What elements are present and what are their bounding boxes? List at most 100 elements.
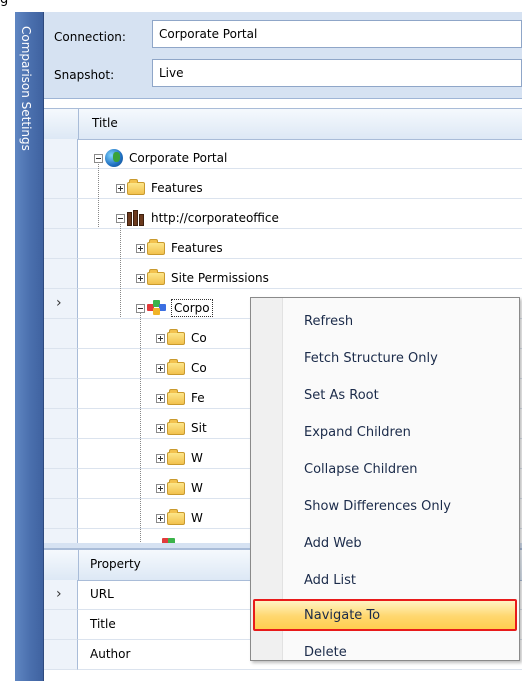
row-selector[interactable] — [44, 499, 78, 529]
header-indicator-cell — [44, 550, 79, 580]
property-name: URL — [90, 587, 114, 601]
folder-icon — [167, 478, 185, 495]
folder-icon — [167, 358, 185, 375]
comparison-settings-tab-label: Comparison Settings — [19, 26, 33, 151]
snapshot-field[interactable] — [152, 59, 522, 87]
row-selector-current[interactable]: › — [44, 289, 78, 319]
tree-node-label: Co — [191, 331, 207, 345]
header-indicator-cell — [44, 109, 79, 139]
row-selector[interactable] — [44, 439, 78, 469]
folder-icon — [167, 508, 185, 525]
row-selector[interactable] — [44, 610, 78, 640]
tree-node-label: W — [191, 451, 203, 465]
row-selector[interactable] — [44, 469, 78, 499]
tree-node-child[interactable]: Co — [156, 327, 207, 349]
menu-item-navigate-to[interactable]: Navigate To — [253, 599, 517, 631]
clipped-top-text: g — [0, 0, 522, 10]
menu-item-fetch-structure-only[interactable]: Fetch Structure Only — [253, 342, 517, 374]
context-menu: Refresh Fetch Structure Only Set As Root… — [250, 297, 520, 661]
menu-item-delete[interactable]: Delete — [253, 636, 517, 668]
property-name: Title — [90, 617, 116, 631]
tree-node-label: Features — [151, 181, 203, 195]
row-selector[interactable] — [44, 640, 78, 670]
tree-node-label: http://corporateoffice — [151, 211, 279, 225]
site-collection-icon — [127, 210, 145, 226]
expand-icon[interactable] — [136, 243, 145, 253]
tree-node-features[interactable]: Features — [116, 177, 203, 199]
tree-node-label: Co — [191, 361, 207, 375]
tree-node-label: Sit — [191, 421, 207, 435]
row-selector[interactable] — [44, 319, 78, 349]
row-selector[interactable] — [44, 139, 78, 169]
tree-node-features[interactable]: Features — [136, 237, 223, 259]
folder-icon — [147, 268, 165, 285]
tree-node-label: Corporate Portal — [129, 151, 228, 165]
row-selector-current[interactable]: › — [44, 580, 78, 610]
tree-node-child[interactable]: Co — [156, 357, 207, 379]
menu-item-add-list[interactable]: Add List — [253, 564, 517, 596]
expand-icon[interactable] — [156, 513, 165, 523]
title-column-header[interactable]: Title — [92, 116, 118, 130]
current-row-arrow-icon: › — [56, 295, 62, 311]
folder-icon — [167, 328, 185, 345]
tree-node-child[interactable]: Sit — [156, 417, 207, 439]
tree-node-child[interactable]: Fe — [156, 387, 205, 409]
folder-icon — [167, 388, 185, 405]
tree-node-child[interactable]: W — [156, 507, 203, 529]
property-column-header[interactable]: Property — [90, 557, 141, 571]
tree-connector — [140, 307, 141, 544]
settings-panel: Connection: Snapshot: — [44, 12, 522, 99]
tree-node-label: W — [191, 481, 203, 495]
expand-icon[interactable] — [136, 273, 145, 283]
web-site-icon — [147, 300, 167, 316]
expand-icon[interactable] — [116, 183, 125, 193]
connection-field[interactable] — [152, 20, 522, 48]
tree-node-label: W — [191, 511, 203, 525]
row-selector[interactable] — [44, 529, 78, 544]
tree-node-child[interactable]: W — [156, 477, 203, 499]
folder-icon — [167, 418, 185, 435]
menu-item-add-web[interactable]: Add Web — [253, 527, 517, 559]
tree-node-site-permissions[interactable]: Site Permissions — [136, 267, 269, 289]
expand-icon[interactable] — [156, 333, 165, 343]
tree-node-site-collection[interactable]: http://corporateoffice — [116, 207, 279, 229]
folder-icon — [147, 238, 165, 255]
row-selector[interactable] — [44, 379, 78, 409]
menu-item-show-differences-only[interactable]: Show Differences Only — [253, 490, 517, 522]
row-selector[interactable] — [44, 409, 78, 439]
tree-node-label: Site Permissions — [171, 271, 269, 285]
menu-item-collapse-children[interactable]: Collapse Children — [253, 453, 517, 485]
row-selector[interactable] — [44, 349, 78, 379]
expand-icon[interactable] — [156, 483, 165, 493]
collapse-icon[interactable] — [136, 303, 145, 313]
current-row-arrow-icon: › — [56, 586, 62, 602]
tree-node-corporate-web[interactable]: Corpo — [136, 297, 213, 319]
property-name: Author — [90, 647, 131, 661]
collapse-icon[interactable] — [116, 213, 125, 223]
menu-item-expand-children[interactable]: Expand Children — [253, 416, 517, 448]
expand-icon[interactable] — [156, 453, 165, 463]
connection-label: Connection: — [54, 30, 126, 44]
tree-grid-header: Title — [44, 109, 522, 140]
menu-item-refresh[interactable]: Refresh — [253, 305, 517, 337]
row-selector[interactable] — [44, 259, 78, 289]
tree-node-corporate-portal[interactable]: Corporate Portal — [94, 147, 227, 169]
folder-icon — [167, 448, 185, 465]
tree-node-child[interactable]: W — [156, 447, 203, 469]
collapse-icon[interactable] — [94, 153, 103, 163]
expand-icon[interactable] — [156, 363, 165, 373]
snapshot-label: Snapshot: — [54, 68, 115, 82]
row-selector[interactable] — [44, 169, 78, 199]
expand-icon[interactable] — [156, 393, 165, 403]
expand-icon[interactable] — [156, 423, 165, 433]
tree-node-label: Fe — [191, 391, 205, 405]
tree-node-label: Features — [171, 241, 223, 255]
tree-connector — [120, 217, 121, 317]
folder-icon — [127, 178, 145, 195]
comparison-settings-tab[interactable]: Comparison Settings — [15, 12, 44, 681]
row-selector[interactable] — [44, 199, 78, 229]
tree-node-label: Corpo — [171, 299, 213, 317]
portal-globe-icon — [105, 149, 123, 167]
menu-item-set-as-root[interactable]: Set As Root — [253, 379, 517, 411]
row-selector[interactable] — [44, 229, 78, 259]
